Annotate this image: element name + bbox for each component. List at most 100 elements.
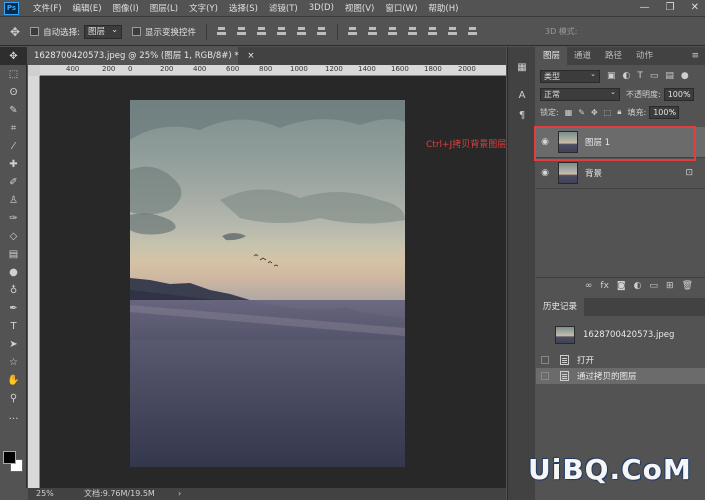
menu-image[interactable]: 图像(I)	[113, 2, 139, 14]
filter-smart-object-icon[interactable]: ▤	[665, 71, 674, 81]
filter-pixel-icon[interactable]: ▣	[607, 71, 616, 81]
new-group-icon[interactable]: ▭	[650, 281, 659, 291]
history-state[interactable]: 打开	[536, 352, 705, 368]
menu-edit[interactable]: 编辑(E)	[73, 2, 102, 14]
distribute-left-icon[interactable]	[407, 26, 418, 37]
menu-help[interactable]: 帮助(H)	[428, 2, 458, 14]
menu-type[interactable]: 文字(Y)	[189, 2, 218, 14]
opacity-field[interactable]: 100%	[663, 87, 694, 101]
align-right-icon[interactable]	[316, 26, 327, 37]
character-panel-icon[interactable]: A	[508, 85, 536, 105]
lock-artboard-icon[interactable]: ⬚	[604, 108, 612, 117]
zoom-level[interactable]: 25%	[36, 488, 54, 500]
history-source-checkbox[interactable]	[541, 372, 549, 380]
history-state[interactable]: 通过拷贝的图层	[536, 368, 705, 384]
distribute-right-icon[interactable]	[447, 26, 458, 37]
fill-field[interactable]: 100%	[649, 105, 680, 119]
link-layers-icon[interactable]: ∞	[585, 281, 593, 291]
auto-align-icon[interactable]	[467, 26, 478, 37]
panel-menu-icon[interactable]: ≡	[691, 47, 699, 65]
adjustment-layer-icon[interactable]: ◐	[634, 281, 642, 291]
hand-tool-icon[interactable]: ✋	[0, 371, 27, 389]
type-tool-icon[interactable]: T	[0, 317, 27, 335]
zoom-tool-icon[interactable]: ⚲	[0, 389, 27, 407]
close-button[interactable]: ✕	[691, 2, 699, 13]
shape-tool-icon[interactable]: ☆	[0, 353, 27, 371]
align-bottom-icon[interactable]	[256, 26, 267, 37]
auto-select-dropdown[interactable]: 图层	[83, 24, 122, 39]
restore-button[interactable]: ❐	[666, 2, 675, 13]
quick-select-tool-icon[interactable]: ✎	[0, 101, 27, 119]
move-tool-icon[interactable]: ✥	[10, 25, 20, 39]
ruler-label: 1600	[391, 65, 409, 73]
new-layer-icon[interactable]: ⊞	[666, 281, 674, 291]
lasso-tool-icon[interactable]: ʘ	[0, 83, 27, 101]
distribute-bottom-icon[interactable]	[387, 26, 398, 37]
align-left-icon[interactable]	[276, 26, 287, 37]
menu-3d[interactable]: 3D(D)	[309, 3, 334, 13]
history-source-checkbox[interactable]	[541, 356, 549, 364]
lock-transparent-icon[interactable]: ▦	[565, 108, 573, 117]
layer-style-icon[interactable]: fx	[600, 281, 609, 291]
tab-actions[interactable]: 动作	[629, 47, 660, 65]
clone-stamp-tool-icon[interactable]: ♙	[0, 191, 27, 209]
filter-shape-icon[interactable]: ▭	[650, 71, 659, 81]
history-brush-tool-icon[interactable]: ✑	[0, 209, 27, 227]
blur-tool-icon[interactable]: ●	[0, 263, 27, 281]
menu-view[interactable]: 视图(V)	[345, 2, 374, 14]
status-menu-arrow[interactable]: ›	[178, 488, 181, 500]
lock-position-icon[interactable]: ✥	[591, 108, 598, 117]
tab-channels[interactable]: 通道	[567, 47, 598, 65]
ruler-label: 1200	[325, 65, 343, 73]
menu-select[interactable]: 选择(S)	[229, 2, 258, 14]
align-hcenter-icon[interactable]	[296, 26, 307, 37]
window-controls: — ❐ ✕	[640, 2, 699, 13]
menu-filter[interactable]: 滤镜(T)	[269, 2, 298, 14]
more-tools-icon[interactable]: …	[0, 407, 27, 425]
tab-layers[interactable]: 图层	[536, 47, 568, 65]
filter-toggle-icon[interactable]: ●	[681, 71, 689, 81]
document-tab[interactable]: 1628700420573.jpeg @ 25% (图层 1, RGB/8#) …	[28, 47, 255, 65]
distribute-hcenter-icon[interactable]	[427, 26, 438, 37]
distribute-top-icon[interactable]	[347, 26, 358, 37]
marquee-tool-icon[interactable]: ⬚	[0, 65, 27, 83]
lock-image-icon[interactable]: ✎	[578, 108, 585, 117]
tab-history[interactable]: 历史记录	[536, 298, 585, 316]
align-vcenter-icon[interactable]	[236, 26, 247, 37]
brush-tool-icon[interactable]: ✐	[0, 173, 27, 191]
pen-tool-icon[interactable]: ✒	[0, 299, 27, 317]
lock-row: 锁定: ▦ ✎ ✥ ⬚ 🔒︎ 填充: 100%	[536, 103, 705, 121]
tab-paths[interactable]: 路径	[598, 47, 629, 65]
healing-brush-tool-icon[interactable]: ✚	[0, 155, 27, 173]
eyedropper-tool-icon[interactable]: ⁄	[0, 137, 27, 155]
close-tab-icon[interactable]: ×	[247, 51, 254, 61]
add-mask-icon[interactable]: ◙	[617, 281, 626, 291]
menu-file[interactable]: 文件(F)	[33, 2, 62, 14]
path-select-tool-icon[interactable]: ➤	[0, 335, 27, 353]
paragraph-panel-icon[interactable]: ¶	[508, 105, 536, 125]
menu-window[interactable]: 窗口(W)	[385, 2, 417, 14]
foreground-color-swatch[interactable]	[3, 451, 16, 464]
auto-select-checkbox[interactable]	[30, 27, 40, 36]
filter-adjustment-icon[interactable]: ◐	[623, 71, 631, 81]
visibility-eye-icon[interactable]: ◉	[536, 168, 554, 178]
move-tool-icon[interactable]: ✥	[0, 47, 27, 65]
history-panel-icon[interactable]: ▦	[508, 57, 536, 77]
crop-tool-icon[interactable]: ⌗	[0, 119, 27, 137]
filter-type-icon[interactable]: T	[637, 71, 643, 81]
delete-layer-icon[interactable]: 🗑︎	[682, 281, 693, 291]
history-snapshot[interactable]: 1628700420573.jpeg	[536, 322, 705, 348]
show-transform-checkbox[interactable]	[131, 27, 141, 36]
lock-all-icon[interactable]: 🔒︎	[617, 107, 621, 117]
align-top-icon[interactable]	[216, 26, 227, 37]
dodge-tool-icon[interactable]: ♁	[0, 281, 27, 299]
blend-mode-dropdown[interactable]: 正常	[540, 87, 620, 101]
minimize-button[interactable]: —	[640, 2, 650, 13]
menu-layer[interactable]: 图层(L)	[150, 2, 178, 14]
distribute-vcenter-icon[interactable]	[367, 26, 378, 37]
eraser-tool-icon[interactable]: ◇	[0, 227, 27, 245]
layer-filter-dropdown[interactable]: 类型	[540, 69, 600, 83]
snapshot-label: 1628700420573.jpeg	[583, 330, 675, 340]
layer-row[interactable]: ◉ 背景 ⊡	[536, 158, 705, 189]
gradient-tool-icon[interactable]: ▤	[0, 245, 27, 263]
